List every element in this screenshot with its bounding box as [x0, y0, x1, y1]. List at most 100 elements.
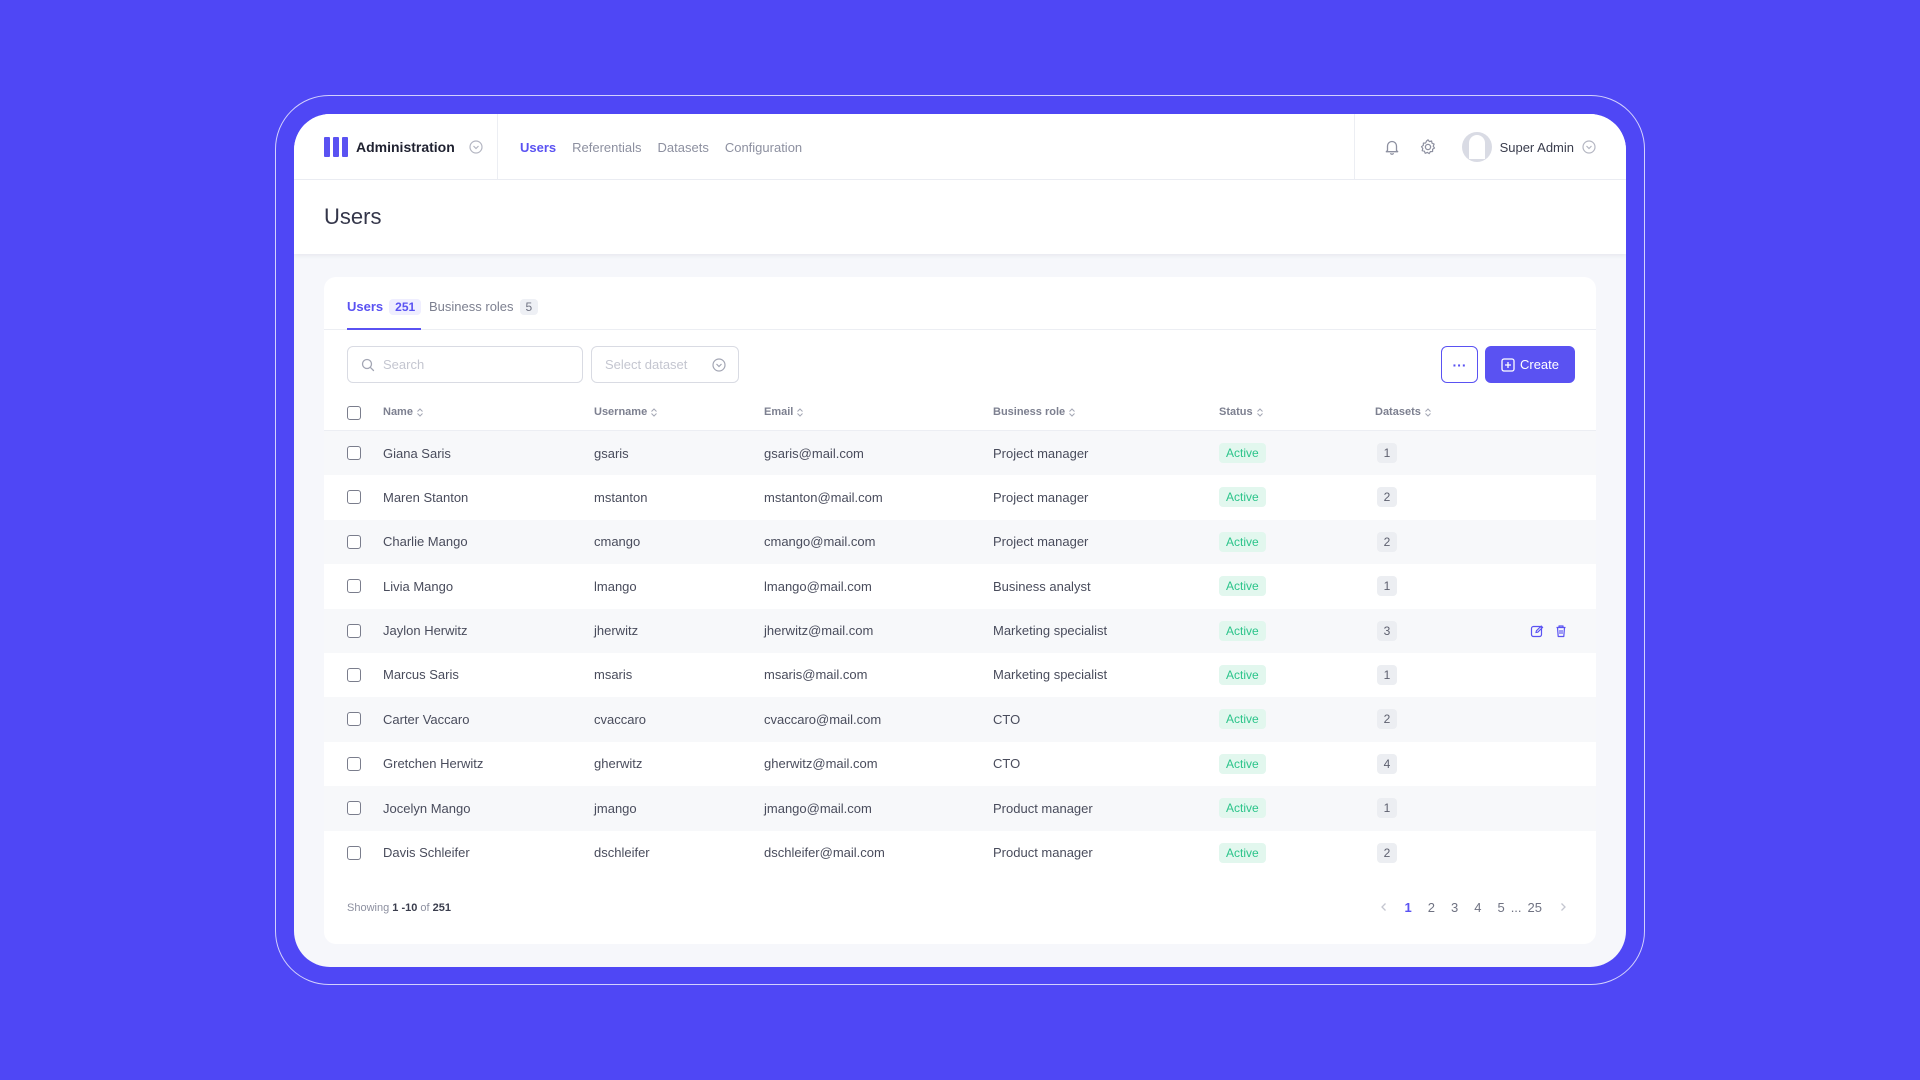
- cell-status: Active: [1219, 520, 1266, 564]
- page-button[interactable]: 1: [1405, 900, 1412, 915]
- user-name[interactable]: Super Admin: [1500, 140, 1574, 155]
- select-all-cell: [347, 394, 361, 431]
- table-row[interactable]: Giana Saris gsaris gsaris@mail.com Project …: [324, 431, 1596, 476]
- cell-datasets: 1: [1377, 786, 1397, 830]
- table-row[interactable]: Davis Schleifer dschleifer dschleifer@mail…: [324, 831, 1596, 875]
- status-badge: Active: [1219, 842, 1266, 863]
- cell-business-role: Marketing specialist: [993, 623, 1108, 639]
- sort-icon: [417, 407, 423, 417]
- chevron-down-icon[interactable]: [1582, 140, 1596, 154]
- select-all-checkbox[interactable]: [347, 405, 361, 420]
- cell-name: Jaylon Herwitz: [383, 623, 468, 639]
- search-input[interactable]: [383, 357, 573, 372]
- nav-item-users[interactable]: Users: [520, 140, 556, 155]
- cell-email: lmango@mail.com: [764, 578, 872, 594]
- column-header-business-role[interactable]: Business role: [993, 406, 1075, 418]
- page-button[interactable]: 5: [1497, 900, 1504, 915]
- row-checkbox[interactable]: [347, 623, 361, 638]
- table-row[interactable]: Jaylon Herwitz jherwitz jherwitz@mail.com M…: [324, 608, 1596, 653]
- row-checkbox-cell: [347, 697, 361, 741]
- tab-label: Business roles: [429, 299, 514, 314]
- table-row[interactable]: Maren Stanton mstanton mstanton@mail.com Pr…: [324, 475, 1596, 519]
- chevron-right-icon[interactable]: [1558, 902, 1568, 912]
- chevron-down-icon[interactable]: [469, 140, 483, 154]
- bell-icon[interactable]: [1380, 135, 1404, 159]
- column-header-email[interactable]: Email: [764, 406, 804, 418]
- table-row[interactable]: Charlie Mango cmango cmango@mail.com Projec…: [324, 519, 1596, 565]
- cell-business-role: Project manager: [993, 534, 1089, 550]
- table-row[interactable]: Livia Mango lmango lmango@mail.com Business…: [324, 564, 1596, 608]
- column-header-username[interactable]: Username: [594, 406, 658, 418]
- status-badge: Active: [1219, 576, 1266, 597]
- gear-icon[interactable]: [1416, 135, 1440, 159]
- column-header-label: Status: [1219, 406, 1253, 418]
- more-options-button[interactable]: ···: [1441, 346, 1478, 383]
- status-badge: Active: [1219, 753, 1266, 774]
- chevron-down-icon: [712, 357, 726, 372]
- row-checkbox[interactable]: [347, 446, 361, 460]
- users-table: Name Username Email Business role Status…: [324, 394, 1596, 875]
- status-badge: Active: [1219, 620, 1266, 641]
- nav-item-datasets[interactable]: Datasets: [658, 140, 709, 155]
- datasets-count-badge: 3: [1377, 620, 1397, 641]
- cell-name: Maren Stanton: [383, 489, 469, 505]
- table-row[interactable]: Carter Vaccaro cvaccaro cvaccaro@mail.com C…: [324, 697, 1596, 742]
- cell-username: dschleifer: [594, 845, 650, 861]
- create-button[interactable]: Create: [1485, 346, 1575, 383]
- cell-email: gherwitz@mail.com: [764, 756, 878, 772]
- row-checkbox[interactable]: [347, 801, 361, 816]
- page-header: Users: [294, 180, 1626, 254]
- tab-users[interactable]: Users 251: [347, 299, 422, 330]
- cell-status: Active: [1219, 609, 1266, 653]
- table-row[interactable]: Jocelyn Mango jmango jmango@mail.com Produc…: [324, 786, 1596, 831]
- search-field[interactable]: [347, 346, 583, 383]
- cell-datasets: 4: [1377, 742, 1397, 786]
- column-header-name[interactable]: Name: [383, 406, 423, 418]
- main-nav: Users Referentials Datasets Configuratio…: [520, 114, 802, 180]
- row-checkbox[interactable]: [347, 579, 361, 594]
- nav-item-referentials[interactable]: Referentials: [572, 140, 641, 155]
- page-button[interactable]: 4: [1474, 900, 1481, 915]
- column-header-datasets[interactable]: Datasets: [1375, 406, 1431, 418]
- page-button[interactable]: 25: [1528, 900, 1542, 915]
- datasets-count-badge: 1: [1377, 664, 1397, 685]
- cell-username: gsaris: [594, 445, 629, 461]
- chevron-left-icon[interactable]: [1379, 902, 1389, 912]
- cell-status: Active: [1219, 431, 1266, 475]
- nav-item-configuration[interactable]: Configuration: [725, 140, 802, 155]
- column-header-status[interactable]: Status: [1219, 406, 1263, 418]
- brand[interactable]: Administration: [324, 114, 483, 180]
- datasets-count-badge: 2: [1377, 842, 1397, 863]
- page-button[interactable]: 2: [1428, 900, 1435, 915]
- avatar[interactable]: [1461, 132, 1492, 162]
- bars-logo-icon: [324, 137, 348, 157]
- sort-icon: [1069, 407, 1075, 417]
- page-button[interactable]: 3: [1451, 900, 1458, 915]
- tab-bar: Users 251 Business roles 5: [324, 277, 1596, 330]
- cell-business-role: Marketing specialist: [993, 667, 1108, 683]
- row-checkbox[interactable]: [347, 712, 361, 727]
- cell-username: cvaccaro: [594, 711, 647, 727]
- row-checkbox[interactable]: [347, 845, 361, 860]
- dataset-select[interactable]: Select dataset: [591, 346, 739, 383]
- edit-icon[interactable]: [1530, 624, 1544, 638]
- cell-name: Jocelyn Mango: [383, 800, 471, 816]
- divider: [1354, 114, 1355, 180]
- row-checkbox-cell: [347, 609, 361, 653]
- row-checkbox[interactable]: [347, 756, 361, 771]
- cell-email: gsaris@mail.com: [764, 445, 864, 461]
- table-row[interactable]: Marcus Saris msaris msaris@mail.com Marketi…: [324, 653, 1596, 697]
- row-checkbox[interactable]: [347, 534, 361, 549]
- table-row[interactable]: Gretchen Herwitz gherwitz gherwitz@mail.co…: [324, 742, 1596, 786]
- row-checkbox[interactable]: [347, 490, 361, 505]
- trash-icon[interactable]: [1554, 624, 1568, 638]
- cell-name: Charlie Mango: [383, 534, 468, 550]
- cell-name: Livia Mango: [383, 578, 454, 594]
- tab-business-roles[interactable]: Business roles 5: [429, 299, 539, 330]
- cell-name: Marcus Saris: [383, 667, 459, 683]
- divider: [497, 114, 498, 180]
- top-bar: Administration Users Referentials Datase…: [294, 114, 1626, 180]
- total-count: 251: [432, 902, 452, 914]
- row-checkbox[interactable]: [347, 667, 361, 682]
- cell-status: Active: [1219, 742, 1266, 786]
